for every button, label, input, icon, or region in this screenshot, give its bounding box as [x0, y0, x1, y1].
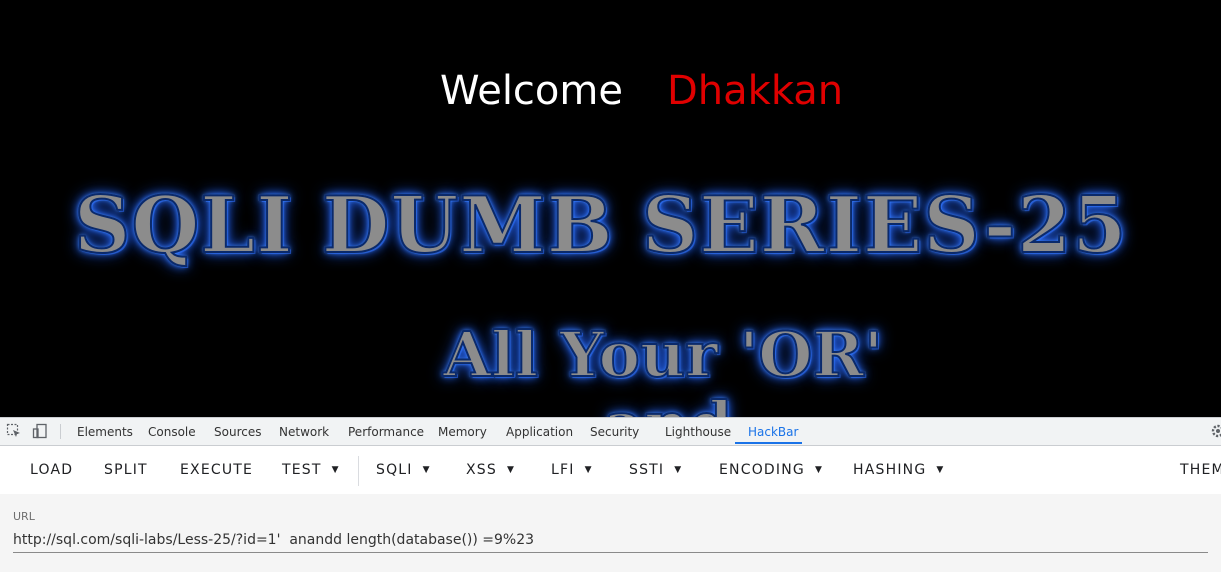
welcome-row: Welcome Dhakkan — [0, 68, 1221, 120]
chevron-down-icon: ▼ — [814, 465, 824, 475]
chevron-down-icon: ▼ — [674, 465, 683, 475]
hashing-dropdown-label: HASHING — [853, 462, 927, 478]
tab-elements[interactable]: Elements — [77, 425, 133, 439]
inspect-icon[interactable] — [6, 423, 22, 439]
settings-icon[interactable] — [1210, 423, 1221, 439]
encoding-dropdown-label: ENCODING — [719, 462, 805, 478]
banner-title: SQLI DUMB SERIES-25 — [73, 179, 1128, 272]
xss-dropdown-label: XSS — [466, 462, 497, 478]
toolbar-divider — [358, 456, 359, 486]
tab-security[interactable]: Security — [590, 425, 639, 439]
tab-lighthouse[interactable]: Lighthouse — [665, 425, 731, 439]
lfi-dropdown-label: LFI — [551, 462, 575, 478]
url-label: URL — [13, 510, 35, 523]
devtools-panel: Elements Console Sources Network Perform… — [0, 417, 1221, 572]
tab-sources[interactable]: Sources — [214, 425, 261, 439]
sqli-dropdown-label: SQLI — [376, 462, 413, 478]
banner-partial-text: and — [603, 387, 734, 417]
user-name: Dhakkan — [667, 68, 844, 114]
ssti-dropdown-label: SSTI — [629, 462, 665, 478]
url-field-container: URL — [0, 494, 1221, 572]
devtools-separator — [60, 424, 61, 439]
theme-button[interactable]: THEME — [1180, 462, 1221, 478]
test-dropdown[interactable]: TEST ▼ — [282, 462, 340, 478]
chevron-down-icon: ▼ — [422, 465, 431, 475]
chevron-down-icon: ▼ — [936, 465, 945, 475]
lfi-dropdown[interactable]: LFI ▼ — [551, 462, 593, 478]
xss-dropdown[interactable]: XSS ▼ — [466, 462, 515, 478]
load-button[interactable]: LOAD — [30, 462, 73, 478]
tab-hackbar[interactable]: HackBar — [748, 425, 798, 439]
test-dropdown-label: TEST — [282, 462, 322, 478]
welcome-text: Welcome — [440, 68, 623, 114]
url-input[interactable] — [13, 528, 1208, 553]
hashing-dropdown[interactable]: HASHING ▼ — [853, 462, 945, 478]
tab-performance[interactable]: Performance — [348, 425, 424, 439]
tab-console[interactable]: Console — [148, 425, 196, 439]
encoding-dropdown[interactable]: ENCODING ▼ — [719, 462, 823, 478]
device-toolbar-icon[interactable] — [32, 423, 48, 439]
tab-application[interactable]: Application — [506, 425, 573, 439]
tab-network[interactable]: Network — [279, 425, 329, 439]
sqli-lab-page: Welcome Dhakkan SQLI DUMB SERIES-25 All … — [0, 0, 1221, 417]
ssti-dropdown[interactable]: SSTI ▼ — [629, 462, 682, 478]
chevron-down-icon: ▼ — [331, 465, 340, 475]
sqli-dropdown[interactable]: SQLI ▼ — [376, 462, 431, 478]
active-tab-indicator — [735, 442, 802, 444]
execute-button[interactable]: EXECUTE — [180, 462, 253, 478]
split-button[interactable]: SPLIT — [104, 462, 148, 478]
chevron-down-icon: ▼ — [584, 465, 593, 475]
chevron-down-icon: ▼ — [506, 465, 516, 475]
hackbar-toolbar: LOAD SPLIT EXECUTE TEST ▼ SQLI ▼ XSS ▼ LFI ▼… — [0, 446, 1221, 495]
banner-subtitle: All Your 'OR' — [442, 317, 884, 392]
tab-memory[interactable]: Memory — [438, 425, 487, 439]
devtools-tab-bar: Elements Console Sources Network Perform… — [0, 418, 1221, 446]
